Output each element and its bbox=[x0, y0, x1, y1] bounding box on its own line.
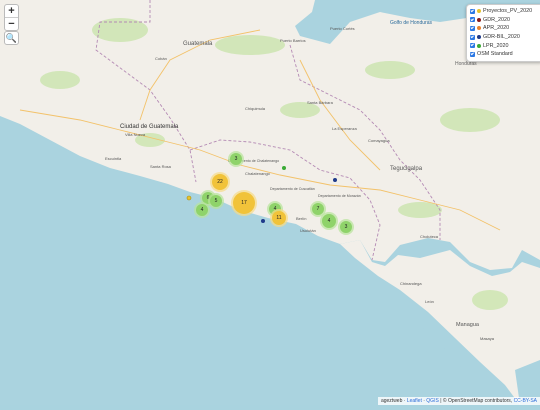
city-puerto-cortes: Puerto Cortés bbox=[330, 26, 355, 31]
cluster-count: 5 bbox=[215, 198, 218, 204]
basemap: Guatemala Tegucigalpa Ciudad de Guatemal… bbox=[0, 0, 540, 405]
search-icon: 🔍 bbox=[5, 33, 18, 43]
city-choluteca: Choluteca bbox=[420, 234, 439, 239]
legend-symbol-gdr bbox=[477, 17, 481, 22]
sea-label-golfo-honduras: Golfo de Honduras bbox=[390, 20, 432, 26]
country-label-honduras: Honduras bbox=[455, 61, 477, 67]
city-villa-nueva: Villa Nueva bbox=[125, 132, 146, 137]
layer-item-apr[interactable]: APR_2020 bbox=[470, 24, 540, 33]
layer-item-proyectos-pv[interactable]: Proyectos_PV_2020 bbox=[470, 7, 540, 16]
map-canvas[interactable]: Guatemala Tegucigalpa Ciudad de Guatemal… bbox=[0, 0, 540, 405]
city-chiquimula: Chiquimula bbox=[245, 106, 266, 111]
checkbox-osm[interactable] bbox=[470, 51, 475, 57]
layer-label-osm: OSM Standard bbox=[477, 51, 513, 58]
legend-symbol-gdr-bil bbox=[477, 35, 481, 40]
cluster-marker[interactable]: 17 bbox=[231, 190, 257, 216]
city-chinandega: Chinandega bbox=[400, 281, 422, 286]
cluster-count: 22 bbox=[217, 179, 223, 185]
cluster-count: 3 bbox=[345, 224, 348, 230]
zoom-out-button[interactable]: − bbox=[5, 17, 18, 30]
cluster-count: 11 bbox=[276, 215, 281, 221]
checkbox-lpr[interactable] bbox=[470, 43, 475, 49]
attribution-leaflet-link[interactable]: Leaflet bbox=[407, 398, 422, 404]
layer-label-gdr: GDR_2020 bbox=[483, 16, 510, 23]
cluster-marker[interactable]: 22 bbox=[210, 172, 230, 192]
layer-item-lpr[interactable]: LPR_2020 bbox=[470, 41, 540, 50]
layer-label-proyectos-pv: Proyectos_PV_2020 bbox=[483, 8, 533, 15]
cluster-count: 17 bbox=[241, 200, 247, 206]
capital-label-tegucigalpa: Tegucigalpa bbox=[390, 166, 423, 172]
layer-label-lpr: LPR_2020 bbox=[483, 42, 509, 49]
layer-label-gdr-bil: GDR-BIL_2020 bbox=[483, 34, 520, 41]
cluster-count: 4 bbox=[328, 218, 331, 224]
checkbox-gdr[interactable] bbox=[470, 17, 475, 23]
city-leon: León bbox=[425, 299, 434, 304]
marker-gdr-bil[interactable] bbox=[333, 178, 337, 182]
legend-symbol-lpr bbox=[477, 43, 481, 48]
marker-gdr-bil-2[interactable] bbox=[261, 219, 265, 223]
city-escuintla: Escuintla bbox=[105, 156, 122, 161]
legend-symbol-proyectos-pv bbox=[477, 9, 481, 14]
city-chalatenango: Chalatenango bbox=[245, 171, 271, 176]
layer-control: Proyectos_PV_2020 GDR_2020 APR_2020 GDR-… bbox=[466, 4, 540, 62]
zoom-in-button[interactable]: + bbox=[5, 5, 18, 17]
cluster-marker[interactable]: 4 bbox=[194, 202, 210, 218]
layer-label-apr: APR_2020 bbox=[483, 25, 510, 32]
checkbox-apr[interactable] bbox=[470, 25, 475, 31]
layer-item-osm[interactable]: OSM Standard bbox=[470, 50, 540, 59]
legend-symbol-apr bbox=[477, 26, 481, 31]
capital-label-guatemala-city: Ciudad de Guatemala bbox=[120, 124, 179, 130]
city-puerto-barrios: Puerto Barrios bbox=[280, 38, 306, 43]
search-button[interactable]: 🔍 bbox=[4, 31, 19, 45]
city-usulutan: Usulután bbox=[300, 228, 316, 233]
attribution: ageztweb · Leaflet · QGIS | © OpenStreet… bbox=[377, 397, 540, 405]
dept-morazan: Departamento de Morazán bbox=[318, 194, 361, 198]
cluster-marker[interactable]: 5 bbox=[208, 193, 224, 209]
marker-proyectos-pv[interactable] bbox=[186, 195, 192, 201]
dept-cuscatlan: Departamento de Cuscatlán bbox=[270, 187, 315, 191]
checkbox-gdr-bil[interactable] bbox=[470, 34, 475, 40]
cluster-count: 3 bbox=[235, 156, 238, 162]
city-masaya: Masaya bbox=[480, 336, 495, 341]
cluster-marker[interactable]: 3 bbox=[228, 151, 244, 167]
city-la-esperanza: La Esperanza bbox=[332, 126, 357, 131]
layer-item-gdr-bil[interactable]: GDR-BIL_2020 bbox=[470, 33, 540, 42]
cluster-marker[interactable]: 3 bbox=[338, 219, 354, 235]
cluster-count: 7 bbox=[317, 206, 320, 212]
city-santa-rosa: Santa Rosa bbox=[150, 164, 172, 169]
capital-label-managua: Managua bbox=[456, 322, 480, 328]
attribution-qgis-link[interactable]: QGIS bbox=[426, 398, 439, 404]
city-berlin: Berlín bbox=[296, 216, 306, 221]
attribution-author: ageztweb bbox=[380, 398, 403, 404]
cluster-count: 4 bbox=[201, 207, 204, 213]
country-label-guatemala: Guatemala bbox=[183, 41, 213, 47]
checkbox-proyectos-pv[interactable] bbox=[470, 8, 475, 14]
city-santa-barbara: Santa Bárbara bbox=[307, 100, 334, 105]
cluster-marker[interactable]: 4 bbox=[320, 212, 338, 230]
attribution-cc-link[interactable]: CC-BY-SA bbox=[514, 398, 537, 404]
layer-item-gdr[interactable]: GDR_2020 bbox=[470, 16, 540, 25]
zoom-control: + − bbox=[4, 4, 19, 31]
marker-lpr[interactable] bbox=[282, 166, 286, 170]
cluster-marker[interactable]: 11 bbox=[270, 209, 288, 227]
city-coban: Cobán bbox=[155, 56, 167, 61]
city-comayagua: Comayagua bbox=[368, 138, 390, 143]
attribution-osm: © OpenStreetMap contributors bbox=[442, 398, 511, 404]
